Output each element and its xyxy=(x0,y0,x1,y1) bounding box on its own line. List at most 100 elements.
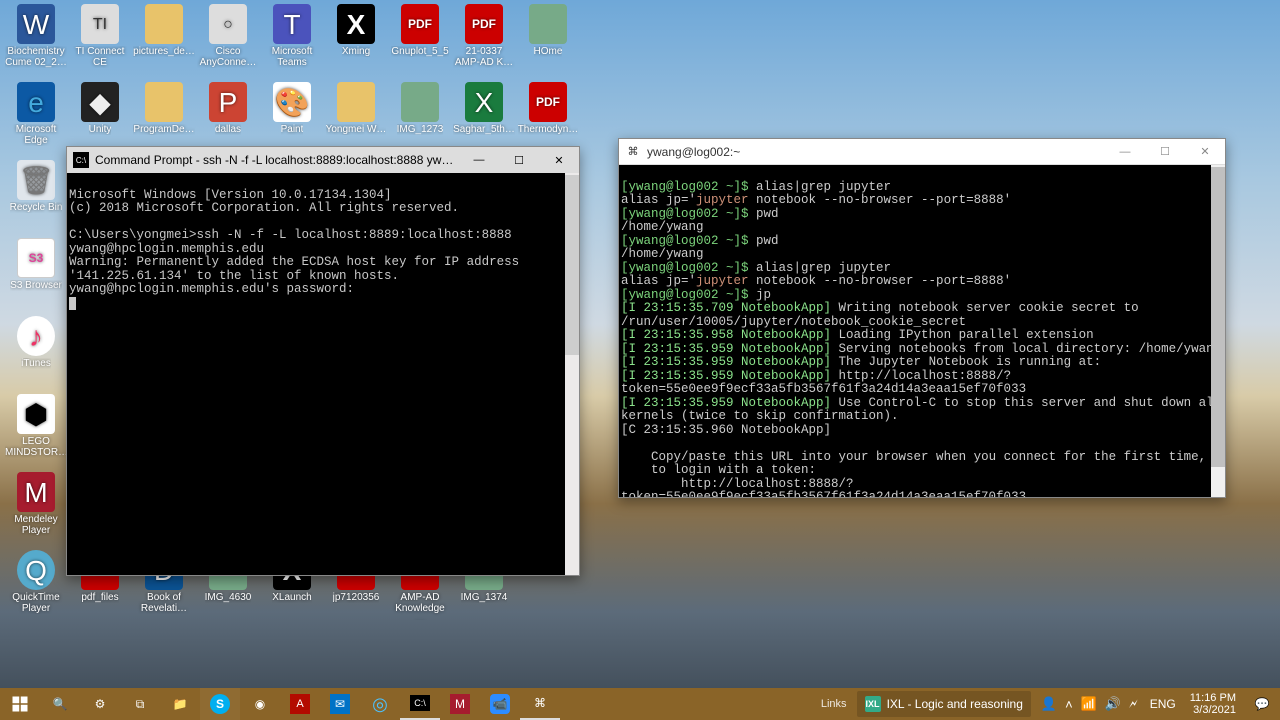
ssh-line: notebook --no-browser --port=8888' xyxy=(749,193,1012,207)
outlook-button[interactable]: ✉ xyxy=(320,688,360,720)
file-icon xyxy=(145,4,183,44)
file-explorer-button[interactable]: 📁 xyxy=(160,688,200,720)
prompt: [ywang@log002 ~]$ xyxy=(621,234,749,248)
ssh-line: [I 23:15:35.959 NotebookApp] xyxy=(621,396,831,410)
tray-chevron-icon[interactable]: ˄ xyxy=(1065,697,1073,712)
people-icon[interactable]: 👤 xyxy=(1041,696,1057,712)
desktop-icon-label: Book of Revelati… xyxy=(133,592,195,614)
minimize-button[interactable]: — xyxy=(459,147,499,173)
ssh-line: [I 23:15:35.958 NotebookApp] xyxy=(621,328,831,342)
desktop-icon[interactable]: HOme xyxy=(516,2,580,80)
edge-button[interactable]: ◎ xyxy=(360,688,400,720)
action-center-button[interactable]: 💬 xyxy=(1244,688,1280,720)
clock[interactable]: 11:16 PM 3/3/2021 xyxy=(1182,688,1244,720)
ssh-line: [I 23:15:35.709 NotebookApp] xyxy=(621,301,831,315)
file-icon: ⬢ xyxy=(17,394,55,434)
desktop-icon-label: QuickTime Player xyxy=(5,592,67,614)
cmd-titlebar[interactable]: C:\ Command Prompt - ssh -N -f -L localh… xyxy=(67,147,579,173)
close-button[interactable]: ✕ xyxy=(539,147,579,173)
file-icon: TI xyxy=(81,4,119,44)
desktop-icon-label: LEGO MINDSTOR… xyxy=(5,436,67,458)
desktop-icon-label: IMG_4630 xyxy=(205,592,252,603)
cmd-line: (c) 2018 Microsoft Corporation. All righ… xyxy=(69,201,459,215)
desktop-icon[interactable]: eMicrosoft Edge xyxy=(4,80,68,158)
ixl-widget-text: IXL - Logic and reasoning xyxy=(887,697,1023,711)
mendeley-taskbar-button[interactable]: M xyxy=(440,688,480,720)
desktop-icon-label: Yongmei W… xyxy=(326,124,387,135)
ssh-terminal-body[interactable]: [ywang@log002 ~]$ alias|grep jupyter ali… xyxy=(619,165,1225,497)
minimize-button[interactable]: — xyxy=(1105,139,1145,164)
file-icon xyxy=(401,82,439,122)
desktop-icon-label: Gnuplot_5_5 xyxy=(391,46,448,57)
close-button[interactable]: ✕ xyxy=(1185,139,1225,164)
desktop-icon-label: Xming xyxy=(342,46,370,57)
ssh-window[interactable]: ⌘ ywang@log002:~ — ☐ ✕ [ywang@log002 ~]$… xyxy=(618,138,1226,498)
prompt: [ywang@log002 ~]$ xyxy=(621,207,749,221)
maximize-button[interactable]: ☐ xyxy=(1145,139,1185,164)
cmd-window[interactable]: C:\ Command Prompt - ssh -N -f -L localh… xyxy=(66,146,580,576)
desktop-icon-label: Thermodyn… xyxy=(518,124,579,135)
desktop-icon[interactable]: 🗑Recycle Bin xyxy=(4,158,68,236)
acrobat-button[interactable]: A xyxy=(280,688,320,720)
battery-icon[interactable]: 🗲 xyxy=(1129,696,1138,712)
desktop-icon-label: jp7120356 xyxy=(333,592,380,603)
wifi-icon[interactable]: 📶 xyxy=(1081,696,1097,712)
desktop-icon-label: Saghar_5th… xyxy=(453,124,515,135)
ssh-scrollbar[interactable] xyxy=(1211,165,1225,497)
start-button[interactable] xyxy=(0,688,40,720)
file-icon: PDF xyxy=(401,4,439,44)
desktop-icon[interactable]: S3S3 Browser xyxy=(4,236,68,314)
zoom-button[interactable]: 📹 xyxy=(480,688,520,720)
desktop-icon-label: Paint xyxy=(281,124,304,135)
file-icon: Q xyxy=(17,550,55,590)
desktop-icon[interactable]: ⬢LEGO MINDSTOR… xyxy=(4,392,68,470)
cmd-icon: C:\ xyxy=(73,152,89,168)
volume-icon[interactable]: 🔊 xyxy=(1105,696,1121,712)
ssh-line: alias|grep jupyter xyxy=(749,261,892,275)
settings-button[interactable]: ⚙ xyxy=(80,688,120,720)
ssh-line: to login with a token: xyxy=(621,463,816,477)
ssh-line: [C 23:15:35.960 NotebookApp] xyxy=(621,423,831,437)
desktop-icon[interactable]: QQuickTime Player xyxy=(4,548,68,626)
file-icon: X xyxy=(465,82,503,122)
clock-date: 3/3/2021 xyxy=(1193,704,1236,716)
task-view-button[interactable]: ⧉ xyxy=(120,688,160,720)
desktop-icon[interactable]: TITI Connect CE xyxy=(68,2,132,80)
cmd-terminal-body[interactable]: Microsoft Windows [Version 10.0.17134.13… xyxy=(67,173,579,575)
maximize-button[interactable]: ☐ xyxy=(499,147,539,173)
ssh-taskbar-button[interactable]: ⌘ xyxy=(520,688,560,720)
desktop-icon[interactable]: X Xming xyxy=(324,2,388,80)
desktop-icon[interactable]: TMicrosoft Teams xyxy=(260,2,324,80)
ssh-line: jp xyxy=(749,288,772,302)
ssh-line: The Jupyter Notebook is running at: xyxy=(831,355,1101,369)
desktop-icon[interactable]: WBiochemistry Cume 02_2… xyxy=(4,2,68,80)
ssh-line: alias jp=' xyxy=(621,193,696,207)
ssh-line: pwd xyxy=(749,234,779,248)
desktop-icon-label: XLaunch xyxy=(272,592,311,603)
desktop-icon[interactable]: pictures_de… xyxy=(132,2,196,80)
app-button[interactable]: ◉ xyxy=(240,688,280,720)
cmd-line: Warning: Permanently added the ECDSA hos… xyxy=(69,255,527,283)
ssh-line: pwd xyxy=(749,207,779,221)
ixl-widget[interactable]: IXL IXL - Logic and reasoning xyxy=(857,691,1031,717)
cmd-line: C:\Users\yongmei>ssh -N -f -L localhost:… xyxy=(69,228,519,256)
desktop-icon[interactable]: ○Cisco AnyConne… xyxy=(196,2,260,80)
cmd-scrollbar[interactable] xyxy=(565,173,579,575)
search-button[interactable]: 🔍 xyxy=(40,688,80,720)
desktop-icon[interactable]: PDF21-0337 AMP-AD K… xyxy=(452,2,516,80)
skype-button[interactable]: S xyxy=(200,688,240,720)
windows-icon xyxy=(11,695,29,713)
file-icon: X xyxy=(337,4,375,44)
desktop-icon[interactable]: ♪iTunes xyxy=(4,314,68,392)
cmd-title-text: Command Prompt - ssh -N -f -L localhost:… xyxy=(95,153,459,167)
ssh-titlebar[interactable]: ⌘ ywang@log002:~ — ☐ ✕ xyxy=(619,139,1225,165)
desktop-icon[interactable]: PDF Gnuplot_5_5 xyxy=(388,2,452,80)
cmd-taskbar-button[interactable]: C:\ xyxy=(400,688,440,720)
ssh-line: [I 23:15:35.959 NotebookApp] xyxy=(621,369,831,383)
desktop-icon[interactable]: MMendeley Player xyxy=(4,470,68,548)
desktop-icon-label: iTunes xyxy=(21,358,51,369)
language-indicator[interactable]: ENG xyxy=(1144,688,1182,720)
desktop-icon-label: AMP-AD Knowledge … xyxy=(389,592,451,620)
prompt: [ywang@log002 ~]$ xyxy=(621,180,749,194)
file-icon: W xyxy=(17,4,55,44)
